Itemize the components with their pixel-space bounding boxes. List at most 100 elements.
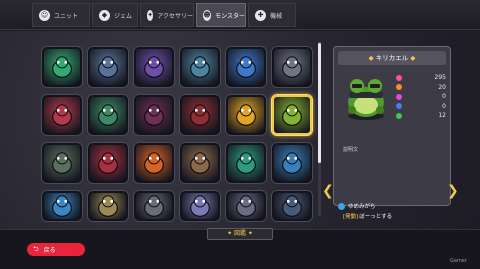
monster-card-ghost-mouse[interactable]: [88, 47, 128, 87]
stone-golem-sprite: [190, 152, 210, 174]
return-icon: ⮌: [33, 245, 39, 253]
monster-card-hooded-mouse[interactable]: [42, 143, 82, 183]
mushroom-sprite: [52, 104, 72, 126]
monster-card-sun-spirit[interactable]: [226, 95, 266, 135]
stat-row: 0: [396, 102, 446, 112]
stat-row: 12: [396, 111, 446, 121]
stat-value: 0: [442, 93, 446, 101]
rock-beast-sprite: [282, 56, 302, 78]
tab-monster[interactable]: ☻ モンスター: [196, 3, 246, 27]
machine-icon: ✚: [255, 9, 266, 21]
monster-detail-panel: ◆ キリカエル ◆ 295 20 0 0 12 説明文: [333, 46, 451, 206]
monster-card-crystal-golem[interactable]: [180, 47, 220, 87]
diamond-icon: ◆: [368, 54, 376, 62]
monster-card-purple-cat[interactable]: [134, 47, 174, 87]
monster-name: ◆ キリカエル ◆: [338, 51, 446, 65]
stat-row: 295: [396, 73, 446, 83]
monster-card-white-ghost[interactable]: [180, 191, 220, 221]
blue-penguin-sprite: [236, 56, 256, 78]
monster-card-blue-dragon[interactable]: [42, 191, 82, 221]
magic-icon: [396, 93, 402, 100]
tab-machine[interactable]: ✚ 機械: [248, 3, 296, 27]
diamond-icon: ◆: [408, 54, 416, 62]
tab-gem[interactable]: ◆ ジェム: [92, 3, 138, 27]
grey-mouse-sprite: [236, 195, 256, 217]
frog-sprite: [282, 104, 302, 126]
monster-card-black-mouse[interactable]: [272, 191, 312, 221]
monster-card-white-knight[interactable]: [88, 191, 128, 221]
green-gator-sprite: [236, 152, 256, 174]
sun-spirit-sprite: [236, 104, 256, 126]
monster-card-red-knight[interactable]: [180, 95, 220, 135]
skill-tag: [発動]: [343, 214, 359, 220]
blue-dragon-sprite: [52, 195, 72, 217]
tab-label: モンスター: [215, 12, 245, 20]
skill-name: ゆめみがち: [348, 204, 376, 210]
encyclopedia-label: ✦ 図鑑 ✦: [207, 228, 273, 240]
fire-spirit-sprite: [144, 152, 164, 174]
monster-card-red-flower[interactable]: [88, 143, 128, 183]
back-button[interactable]: ⮌ 戻る: [27, 243, 85, 256]
monster-card-frog[interactable]: [272, 95, 312, 135]
defense-icon: [396, 103, 402, 110]
stat-value: 295: [434, 74, 446, 82]
skill-effect: [発動] ぼーっとする: [343, 212, 392, 220]
green-skull-sprite: [98, 104, 118, 126]
heart-icon: [396, 74, 402, 81]
monster-grid: [42, 47, 312, 231]
next-arrow-icon[interactable]: ❯: [447, 183, 459, 199]
red-flower-sprite: [98, 152, 118, 174]
monster-card-mushroom[interactable]: [42, 95, 82, 135]
monster-card-grey-mouse[interactable]: [226, 191, 266, 221]
speed-icon: [396, 112, 402, 119]
skill-effect-text: ぼーっとする: [359, 214, 393, 220]
tab-label: ユニット: [54, 12, 79, 20]
monster-gallery: ◆ キリカエル ◆ 295 20 0 0 12 説明文 ゆめみがち [発動] ぼーっとす…: [0, 31, 480, 229]
watermark: Gamer: [450, 258, 467, 264]
tab-accessory[interactable]: ✦ アクセサリー: [140, 3, 194, 27]
crystal-golem-sprite: [190, 56, 210, 78]
ice-cube-sprite: [282, 152, 302, 174]
monster-card-green-gator[interactable]: [226, 143, 266, 183]
stat-row: 0: [396, 92, 446, 102]
person-icon: ☺: [39, 9, 50, 21]
monster-card-fire-spirit[interactable]: [134, 143, 174, 183]
stat-value: 0: [442, 102, 446, 110]
stat-row: 20: [396, 83, 446, 93]
purple-cat-sprite: [144, 56, 164, 78]
monster-name-text: キリカエル: [375, 54, 409, 62]
monster-card-rock-beast[interactable]: [272, 47, 312, 87]
monster-card-skull-mask[interactable]: [134, 191, 174, 221]
white-ghost-sprite: [190, 195, 210, 217]
tab-label: 機械: [270, 12, 283, 20]
monster-card-green-skull[interactable]: [88, 95, 128, 135]
monster-card-blue-penguin[interactable]: [226, 47, 266, 87]
monster-stats: 295 20 0 0 12: [396, 73, 446, 121]
prev-arrow-icon[interactable]: ❮: [322, 183, 334, 199]
skill-icon: [338, 202, 345, 210]
accessory-icon: ✦: [147, 9, 154, 21]
monster-card-green-bird[interactable]: [42, 47, 82, 87]
attack-icon: [396, 84, 402, 91]
tab-label: ジェム: [114, 12, 133, 20]
skill-name-row: ゆめみがち: [338, 202, 376, 210]
frog-portrait: [348, 79, 384, 120]
gem-icon: ◆: [99, 9, 110, 21]
hooded-mouse-sprite: [52, 152, 72, 174]
bat-sprite: [144, 104, 164, 126]
green-bird-sprite: [52, 56, 72, 78]
description-label: 説明文: [343, 147, 359, 153]
monster-card-ice-cube[interactable]: [272, 143, 312, 183]
monster-card-bat[interactable]: [134, 95, 174, 135]
red-knight-sprite: [190, 104, 210, 126]
white-knight-sprite: [98, 195, 118, 217]
scrollbar-thumb[interactable]: [318, 43, 321, 163]
back-label: 戻る: [43, 247, 56, 254]
tab-label: アクセサリー: [157, 12, 193, 20]
skull-mask-sprite: [144, 195, 164, 217]
monster-card-stone-golem[interactable]: [180, 143, 220, 183]
black-mouse-sprite: [282, 195, 302, 217]
tab-unit[interactable]: ☺ ユニット: [32, 3, 90, 27]
ghost-mouse-sprite: [98, 56, 118, 78]
stat-value: 12: [438, 112, 446, 120]
